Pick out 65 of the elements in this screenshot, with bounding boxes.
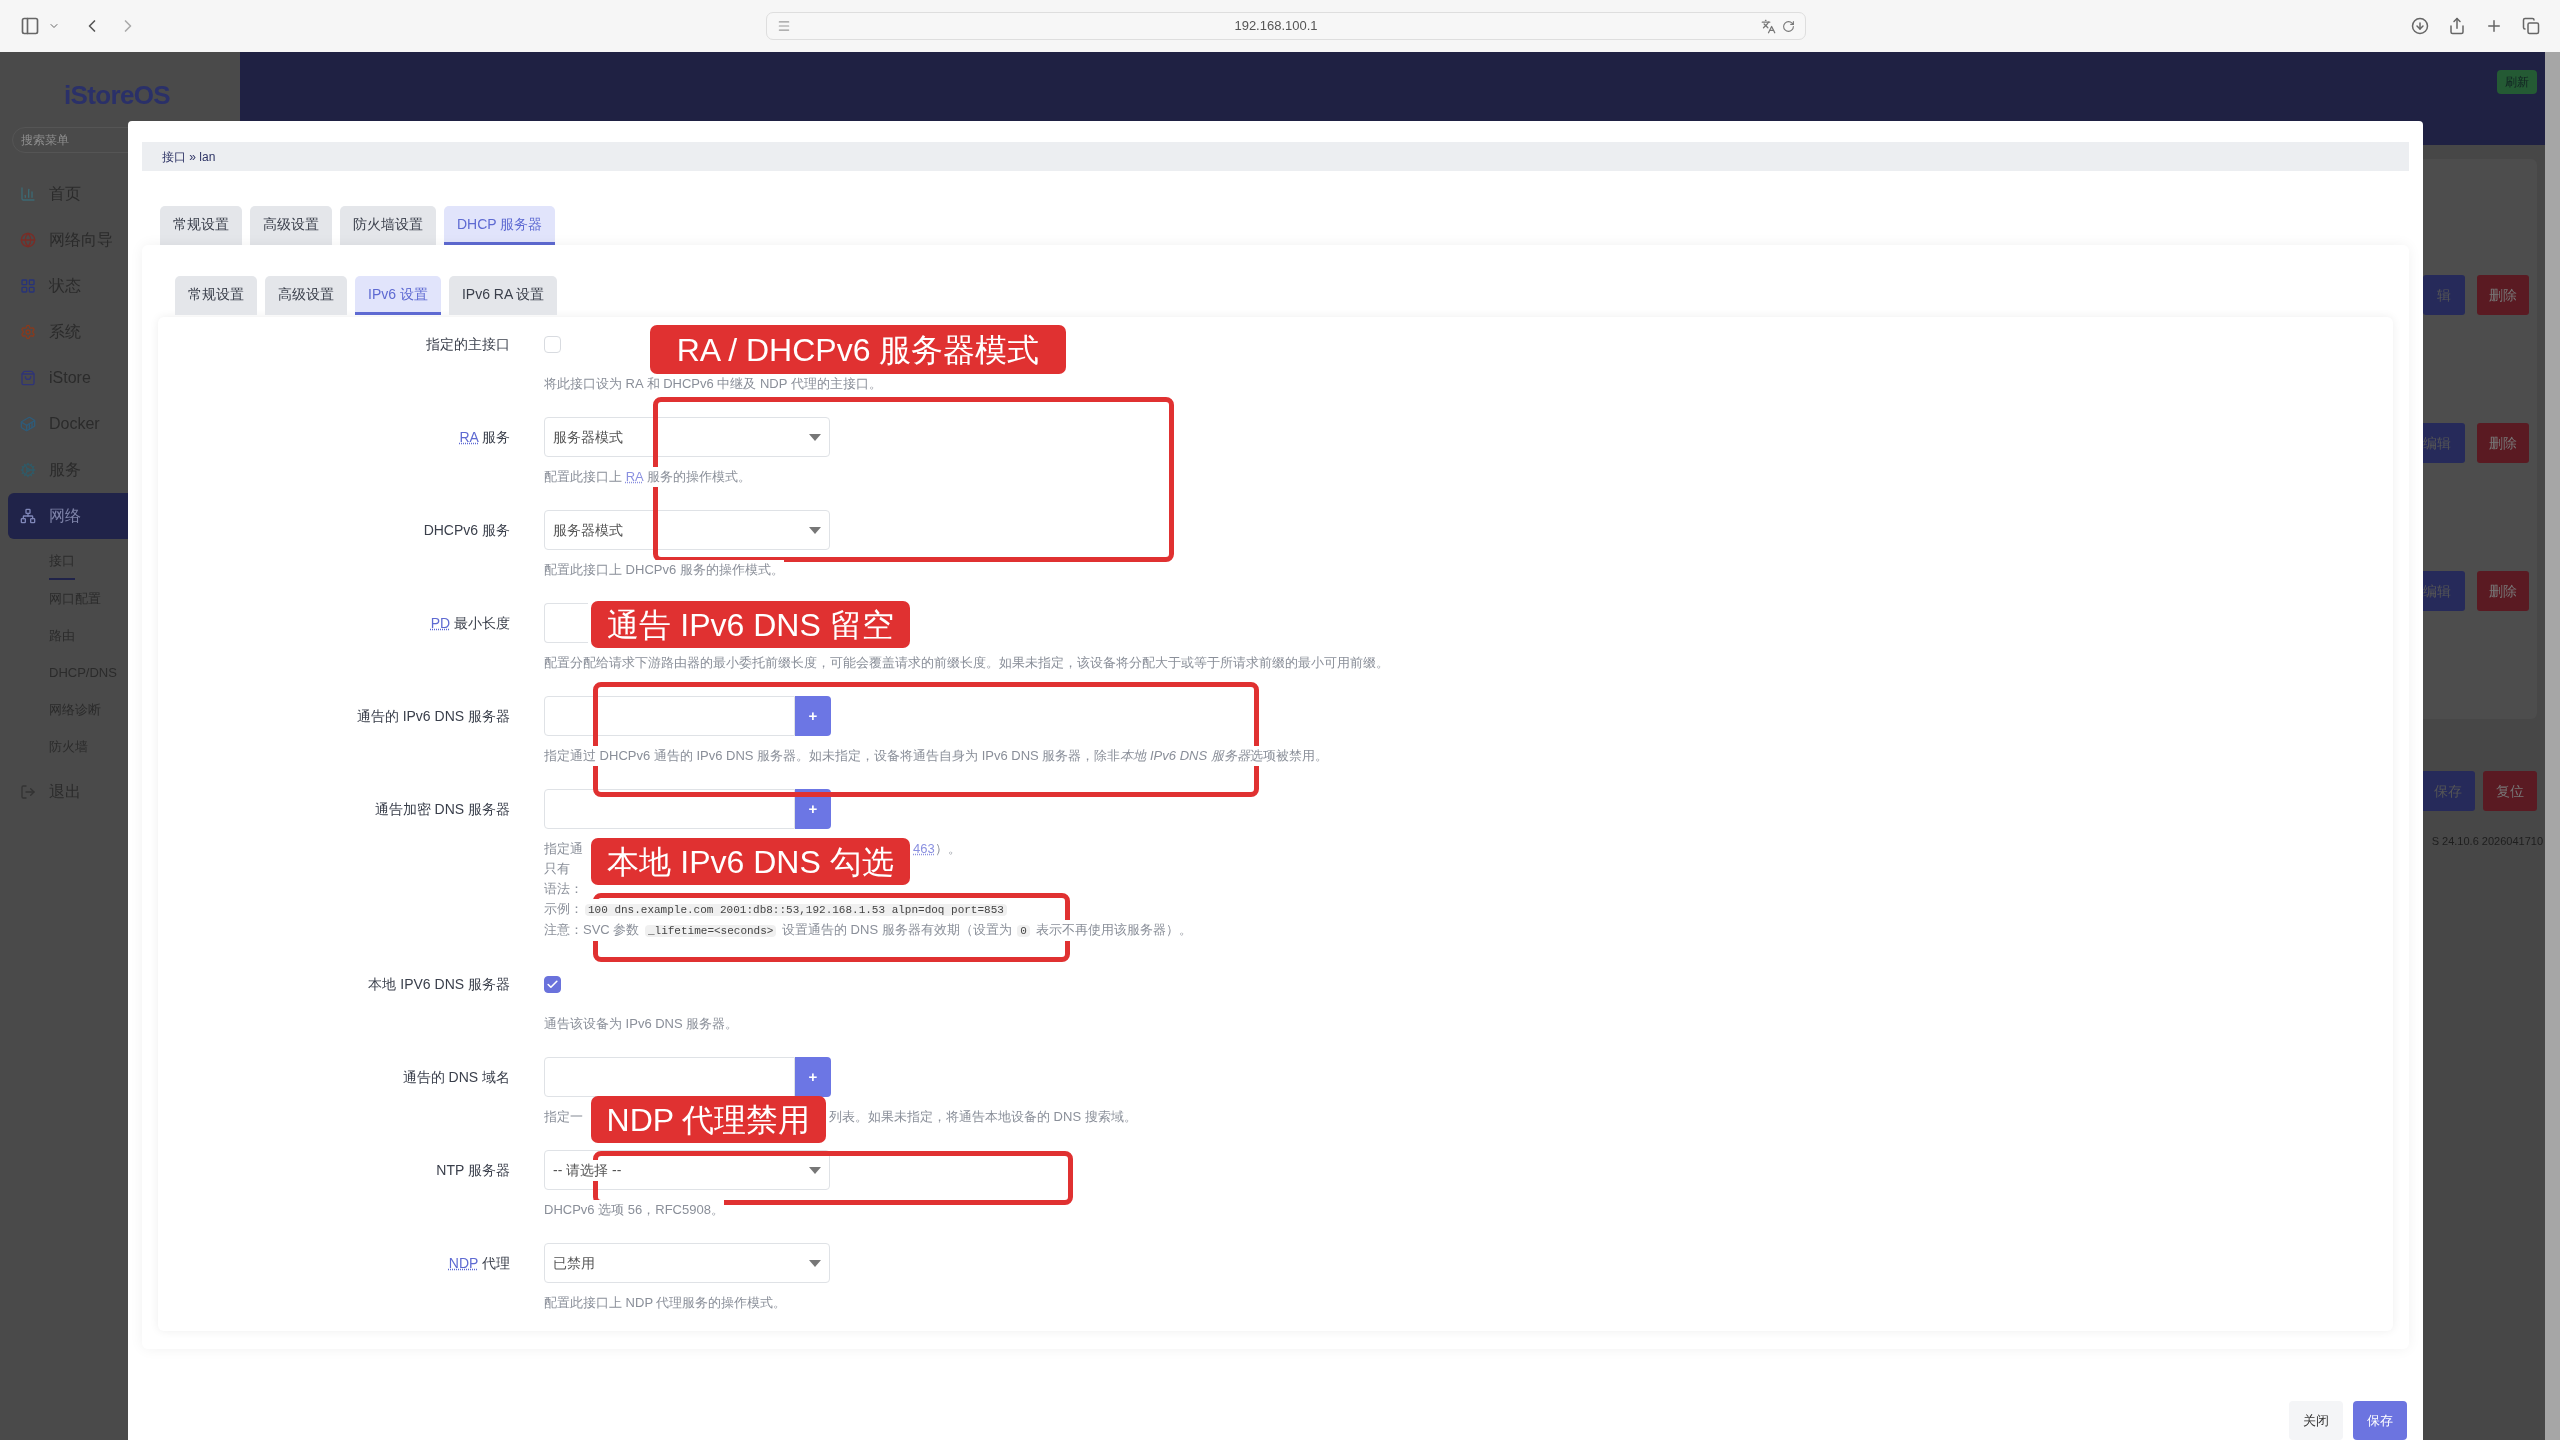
annotation-label: 通告 IPv6 DNS 留空 [591,601,910,648]
annotation-label: RA / DHCPv6 服务器模式 [650,325,1066,374]
check-icon [546,977,559,991]
field-label: 通告的 DNS 域名 [402,1067,510,1087]
field-label: RA 服务 [459,427,510,447]
field-label: NDP 代理 [448,1253,510,1273]
grid-icon [20,278,36,294]
delete-button[interactable]: 删除 [2477,571,2529,611]
field-label: NTP 服务器 [436,1160,510,1180]
add-button[interactable]: + [795,696,831,736]
page-menu-icon[interactable] [777,19,791,33]
tab[interactable]: IPv6 RA 设置 [448,276,558,315]
dropdown-caret-icon [809,526,821,534]
chart-icon [20,186,36,202]
address-bar[interactable]: 192.168.100.1 [766,12,1806,40]
download-icon[interactable] [2411,17,2429,35]
select-field[interactable]: 已禁用 [544,1243,830,1283]
tab[interactable]: DHCP 服务器 [444,206,556,245]
field-label: 本地 IPV6 DNS 服务器 [368,974,510,994]
delete-button[interactable]: 删除 [2477,275,2529,315]
sidebar-toggle-icon[interactable] [20,16,40,36]
input-field[interactable] [544,1057,795,1097]
dropdown-caret-icon [809,1259,821,1267]
tab[interactable]: 防火墙设置 [340,206,436,245]
tabs-icon[interactable] [2522,17,2540,35]
input-field[interactable] [544,696,795,736]
help-text: 示例： 100 dns.example.com 2001:db8::53,192.168.1.53 alpn=doq port=853 [544,899,1009,920]
select-field[interactable]: 服务器模式 [544,510,830,550]
globe-icon [20,232,36,248]
tab[interactable]: 常规设置 [175,276,257,315]
field-label: DHCPv6 服务 [423,520,510,540]
tab[interactable]: IPv6 设置 [355,276,441,315]
add-button[interactable]: + [795,1057,831,1097]
field-label: PD 最小长度 [430,613,510,633]
add-button[interactable]: + [795,789,831,829]
tab[interactable]: 高级设置 [265,276,347,315]
reset-button[interactable]: 复位 [2483,771,2537,811]
logout-icon [20,784,36,800]
input-field[interactable] [544,789,795,829]
share-icon[interactable] [2448,17,2466,35]
dropdown-caret-icon [809,1166,821,1174]
annotation-label: 本地 IPv6 DNS 勾选 [591,838,910,885]
select-field[interactable]: 服务器模式 [544,417,830,457]
container-icon [20,416,36,432]
dropdown-caret-icon [809,433,821,441]
gear-icon [20,324,36,340]
checkbox[interactable] [544,975,561,993]
new-tab-icon[interactable] [2485,17,2503,35]
translate-icon[interactable] [1761,18,1776,34]
delete-button[interactable]: 删除 [2477,423,2529,463]
reload-icon[interactable] [1782,19,1795,33]
save-button[interactable]: 保存 [2353,1401,2407,1440]
bag-icon [20,370,36,386]
cogs-icon [20,462,36,478]
input-field[interactable] [544,603,588,643]
annotation-label: NDP 代理禁用 [591,1096,826,1143]
field-label: 通告加密 DNS 服务器 [374,799,510,819]
tab[interactable]: 常规设置 [160,206,242,245]
network-icon [20,508,36,524]
field-label: 通告的 IPv6 DNS 服务器 [356,706,510,726]
close-button[interactable]: 关闭 [2289,1401,2343,1440]
tab[interactable]: 高级设置 [250,206,332,245]
field-label: 指定的主接口 [426,334,510,354]
select-field[interactable]: -- 请选择 -- [544,1150,830,1190]
url-text: 192.168.100.1 [1233,17,1319,36]
